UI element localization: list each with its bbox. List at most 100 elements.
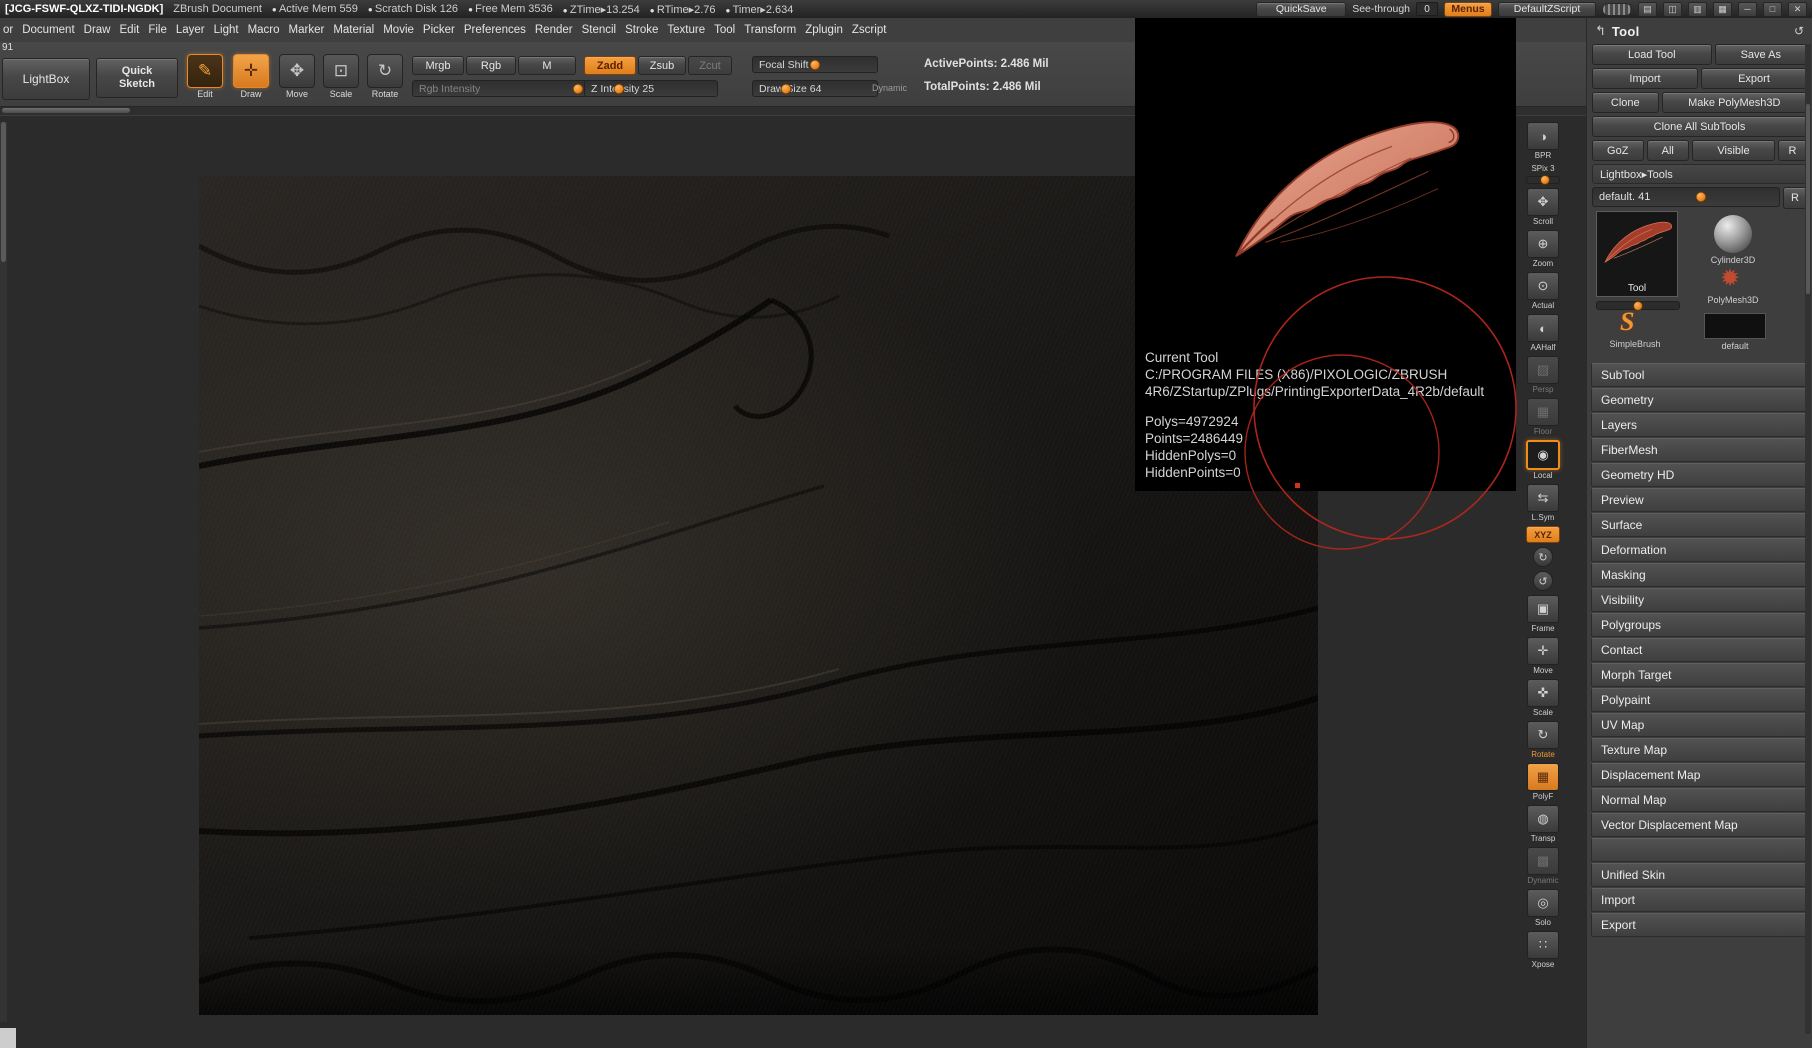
section-masking[interactable]: Masking xyxy=(1591,563,1808,587)
lightbox-button[interactable]: LightBox xyxy=(2,58,90,100)
palette-scroll-thumb[interactable] xyxy=(1806,104,1810,294)
thumbnail-scroll-knob[interactable] xyxy=(1633,301,1643,311)
section-surface[interactable]: Surface xyxy=(1591,513,1808,537)
default-tool-slider[interactable]: default. 41 xyxy=(1592,187,1780,207)
quick-sketch-button[interactable]: Quick Sketch xyxy=(96,58,178,98)
default-tool-knob[interactable] xyxy=(1695,192,1706,203)
goz-button[interactable]: GoZ xyxy=(1592,140,1644,161)
seethrough-value[interactable]: 0 xyxy=(1416,2,1438,16)
layout-icon[interactable]: ▤ xyxy=(1638,2,1657,17)
focal-shift-slider[interactable]: Focal Shift 0 xyxy=(752,56,878,73)
maximize-icon[interactable]: □ xyxy=(1763,2,1782,17)
menu-item-picker[interactable]: Picker xyxy=(423,24,455,36)
local-button[interactable]: ◉ Local xyxy=(1526,440,1560,480)
panels-icon[interactable]: ◫ xyxy=(1663,2,1682,17)
dynamic-button[interactable]: ▩ Dynamic xyxy=(1527,847,1559,885)
spix-slider[interactable]: SPix 3 xyxy=(1526,164,1560,184)
section-preview[interactable]: Preview xyxy=(1591,488,1808,512)
section-import[interactable]: Import xyxy=(1591,888,1808,912)
section-unified-skin[interactable]: Unified Skin xyxy=(1591,863,1808,887)
default-thumbnail[interactable] xyxy=(1704,313,1766,339)
spix-track[interactable] xyxy=(1526,176,1560,184)
rgb-button[interactable]: Rgb xyxy=(466,56,516,75)
persp-button[interactable]: ▨ Persp xyxy=(1527,356,1559,394)
scroll-button[interactable]: ✥ Scroll xyxy=(1527,188,1559,226)
draw-size-knob[interactable] xyxy=(781,83,792,94)
vertical-scroll-thumb[interactable] xyxy=(1,122,6,262)
defaultzscript-button[interactable]: DefaultZScript xyxy=(1498,2,1596,17)
menu-item-macro[interactable]: Macro xyxy=(248,24,280,36)
menu-item-transform[interactable]: Transform xyxy=(744,24,796,36)
clone-all-subtools-button[interactable]: Clone All SubTools xyxy=(1592,116,1807,137)
menu-item-zplugin[interactable]: Zplugin xyxy=(805,24,843,36)
palette-reset-icon[interactable]: ↺ xyxy=(1794,24,1804,38)
polymesh3d-star-icon[interactable]: ✹ xyxy=(1720,267,1740,291)
section-texture-map[interactable]: Texture Map xyxy=(1591,738,1808,762)
menu-item-draw[interactable]: Draw xyxy=(84,24,111,36)
edit-button[interactable]: ✎ Edit xyxy=(186,54,224,99)
goz-r-button[interactable]: R xyxy=(1778,140,1807,161)
menu-item-texture[interactable]: Texture xyxy=(667,24,705,36)
goz-visible-button[interactable]: Visible xyxy=(1692,140,1775,161)
shelf-move-button[interactable]: ✛ Move xyxy=(1527,637,1559,675)
menu-item-zscript[interactable]: Zscript xyxy=(852,24,887,36)
xyz-button[interactable]: XYZ xyxy=(1526,526,1560,543)
section-polygroups[interactable]: Polygroups xyxy=(1591,613,1808,637)
section-fibermesh[interactable]: FiberMesh xyxy=(1591,438,1808,462)
section-visibility[interactable]: Visibility xyxy=(1591,588,1808,612)
menu-item-marker[interactable]: Marker xyxy=(289,24,325,36)
zsub-button[interactable]: Zsub xyxy=(638,56,686,75)
z-intensity-slider[interactable]: Z Intensity 25 xyxy=(584,80,718,97)
horizontal-scroll-thumb[interactable] xyxy=(2,108,130,113)
spix-knob[interactable] xyxy=(1540,175,1550,185)
shelf-scale-button[interactable]: ✜ Scale xyxy=(1527,679,1559,717)
clone-button[interactable]: Clone xyxy=(1592,92,1659,113)
section-layers[interactable]: Layers xyxy=(1591,413,1808,437)
m-button[interactable]: M xyxy=(518,56,576,75)
palette-dock-icon[interactable]: ↰ xyxy=(1595,23,1606,39)
section-displacement-map[interactable]: Displacement Map xyxy=(1591,763,1808,787)
quicksave-button[interactable]: QuickSave xyxy=(1256,2,1346,17)
aahalf-button[interactable]: ◐ AAHalf xyxy=(1527,314,1559,352)
minimize-icon[interactable]: ─ xyxy=(1738,2,1757,17)
lsym-button[interactable]: ⇆ L.Sym xyxy=(1527,484,1559,522)
z-intensity-knob[interactable] xyxy=(614,83,625,94)
rgb-intensity-knob[interactable] xyxy=(573,83,584,94)
menu-item-document[interactable]: Document xyxy=(22,24,74,36)
menu-item-preferences[interactable]: Preferences xyxy=(464,24,526,36)
rgb-intensity-slider[interactable]: Rgb Intensity xyxy=(412,80,588,97)
zcut-button[interactable]: Zcut xyxy=(688,56,732,75)
spin-y-button[interactable]: ↻ xyxy=(1533,547,1553,567)
menu-item-movie[interactable]: Movie xyxy=(383,24,414,36)
menu-item-tool[interactable]: Tool xyxy=(714,24,735,36)
section-geometry[interactable]: Geometry xyxy=(1591,388,1808,412)
draw-size-slider[interactable]: Draw Size 64 xyxy=(752,80,878,97)
shelf-rotate-button[interactable]: ↻ Rotate xyxy=(1527,721,1559,759)
spin-z-button[interactable]: ↺ xyxy=(1533,571,1553,591)
polyframe-button[interactable]: ▦ PolyF xyxy=(1527,763,1559,801)
make-polymesh3d-button[interactable]: Make PolyMesh3D xyxy=(1662,92,1807,113)
menu-item-stroke[interactable]: Stroke xyxy=(625,24,658,36)
move-button[interactable]: ✥ Move xyxy=(278,54,316,99)
menu-item-file[interactable]: File xyxy=(148,24,167,36)
palette-scrollbar[interactable] xyxy=(1805,44,1811,1034)
section-deformation[interactable]: Deformation xyxy=(1591,538,1808,562)
mrgb-button[interactable]: Mrgb xyxy=(412,56,464,75)
menu-item-light[interactable]: Light xyxy=(214,24,239,36)
section-export[interactable]: Export xyxy=(1591,913,1808,937)
simplebrush-icon[interactable]: S xyxy=(1620,309,1634,335)
bpr-button[interactable]: ◑ BPR xyxy=(1527,122,1559,160)
section-normal-map[interactable]: Normal Map xyxy=(1591,788,1808,812)
zoom-button[interactable]: ⊕ Zoom xyxy=(1527,230,1559,268)
section-polypaint[interactable]: Polypaint xyxy=(1591,688,1808,712)
selected-tool-thumbnail[interactable]: Tool xyxy=(1596,211,1678,297)
export-button[interactable]: Export xyxy=(1701,68,1807,89)
scale-button[interactable]: ⊡ Scale xyxy=(322,54,360,99)
menu-item-edit[interactable]: Edit xyxy=(120,24,140,36)
section-geometry-hd[interactable]: Geometry HD xyxy=(1591,463,1808,487)
print-icon[interactable]: ▦ xyxy=(1713,2,1732,17)
menu-item-layer[interactable]: Layer xyxy=(176,24,205,36)
cylinder3d-thumbnail[interactable] xyxy=(1714,215,1752,253)
frame-button[interactable]: ▣ Frame xyxy=(1527,595,1559,633)
menu-item-material[interactable]: Material xyxy=(333,24,374,36)
